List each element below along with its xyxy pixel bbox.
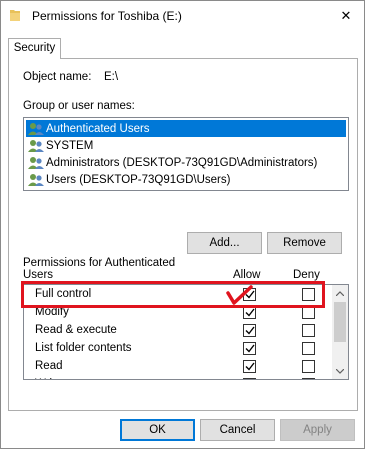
- chevron-down-icon: [336, 368, 344, 374]
- deny-checkbox[interactable]: [302, 288, 315, 301]
- deny-checkbox[interactable]: [302, 342, 315, 355]
- allow-checkbox[interactable]: [243, 288, 256, 301]
- deny-checkbox[interactable]: [302, 360, 315, 373]
- allow-column-header: Allow: [233, 269, 261, 281]
- checkmark-icon: [245, 290, 255, 299]
- title-bar[interactable]: Permissions for Toshiba (E:) ✕: [1, 1, 364, 31]
- users-icon: [28, 156, 44, 169]
- add-button[interactable]: Add...: [187, 232, 262, 254]
- checkmark-icon: [245, 308, 255, 317]
- remove-button[interactable]: Remove: [267, 232, 342, 254]
- allow-checkbox[interactable]: [243, 306, 256, 319]
- permission-row: Full control: [24, 286, 334, 304]
- permission-name: Write: [35, 378, 62, 379]
- permissions-label-line2: Users: [23, 269, 54, 281]
- user-name: Authenticated Users: [46, 122, 150, 135]
- checkmark-icon: [245, 326, 255, 335]
- tab-security[interactable]: Security: [8, 38, 61, 59]
- group-list-label: Group or user names:: [23, 100, 135, 112]
- window-title: Permissions for Toshiba (E:): [32, 9, 182, 23]
- permissions-list[interactable]: Full control Modify Read & execute List fol…: [23, 284, 349, 380]
- permission-row: List folder contents: [24, 340, 334, 358]
- user-row-authenticated-users[interactable]: Authenticated Users: [26, 120, 346, 137]
- permission-name: List folder contents: [35, 342, 132, 354]
- permission-row: Modify: [24, 304, 334, 322]
- user-name: SYSTEM: [46, 139, 94, 152]
- scrollbar[interactable]: [332, 285, 348, 379]
- permission-name: Modify: [35, 306, 69, 318]
- user-row-administrators[interactable]: Administrators (DESKTOP-73Q91GD\Administ…: [26, 154, 346, 171]
- chevron-up-icon: [336, 290, 344, 296]
- permission-row: Read: [24, 358, 334, 376]
- user-row-system[interactable]: SYSTEM: [26, 137, 346, 154]
- allow-checkbox[interactable]: [243, 360, 256, 373]
- permissions-dialog: Permissions for Toshiba (E:) ✕ Security …: [0, 0, 365, 449]
- apply-button[interactable]: Apply: [280, 419, 355, 441]
- permission-name: Read & execute: [35, 324, 117, 336]
- permission-name: Read: [35, 360, 63, 372]
- allow-checkbox[interactable]: [243, 378, 256, 379]
- close-button[interactable]: ✕: [328, 1, 364, 31]
- permissions-label-line1: Permissions for Authenticated: [23, 257, 176, 269]
- object-name-label: Object name:: [23, 71, 92, 83]
- user-name: Administrators (DESKTOP-73Q91GD\Administ…: [46, 156, 318, 169]
- deny-checkbox[interactable]: [302, 324, 315, 337]
- folder-icon: [10, 9, 20, 21]
- checkmark-icon: [245, 344, 255, 353]
- users-icon: [28, 173, 44, 186]
- object-name-value: E:\: [104, 71, 119, 83]
- users-icon: [28, 122, 44, 135]
- deny-checkbox[interactable]: [302, 378, 315, 379]
- close-icon: ✕: [340, 8, 352, 23]
- user-row-users[interactable]: Users (DESKTOP-73Q91GD\Users): [26, 171, 346, 188]
- scroll-thumb[interactable]: [334, 302, 346, 342]
- scroll-down-button[interactable]: [332, 363, 348, 379]
- allow-checkbox[interactable]: [243, 342, 256, 355]
- security-panel: Object name: E:\ Group or user names: Au…: [8, 58, 358, 411]
- allow-checkbox[interactable]: [243, 324, 256, 337]
- users-icon: [28, 139, 44, 152]
- checkmark-icon: [245, 362, 255, 371]
- group-user-list[interactable]: Authenticated Users SYSTEM Administrator…: [23, 117, 349, 191]
- deny-column-header: Deny: [293, 269, 320, 281]
- permission-name: Full control: [35, 288, 92, 300]
- permission-row: Read & execute: [24, 322, 334, 340]
- ok-button[interactable]: OK: [120, 419, 195, 441]
- user-name: Users (DESKTOP-73Q91GD\Users): [46, 173, 231, 186]
- cancel-button[interactable]: Cancel: [200, 419, 275, 441]
- deny-checkbox[interactable]: [302, 306, 315, 319]
- scroll-up-button[interactable]: [332, 285, 348, 301]
- permission-row: Write: [24, 376, 334, 379]
